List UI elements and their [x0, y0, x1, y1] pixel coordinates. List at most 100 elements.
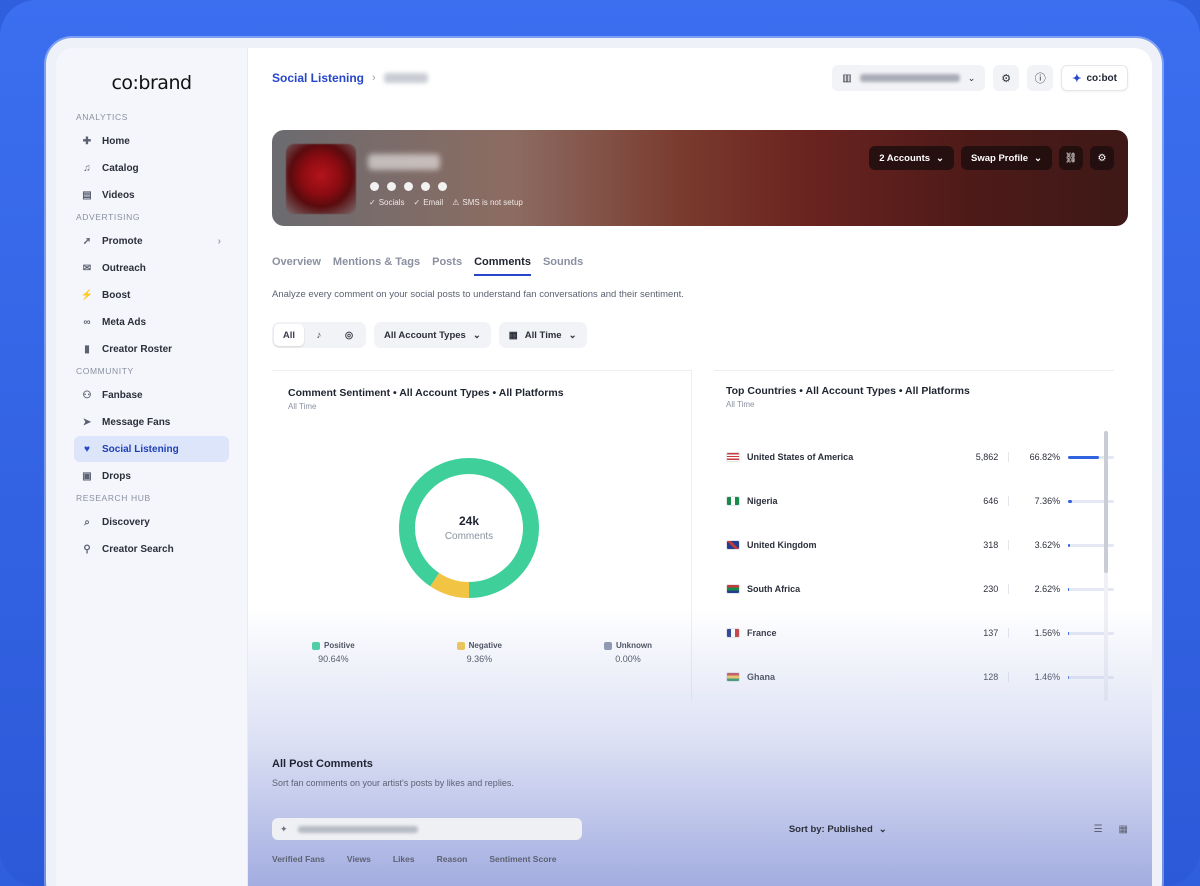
legend-swatch — [312, 641, 320, 650]
country-count: 128 — [983, 672, 999, 682]
sidebar: co:brand ANALYTICS ✚ Home ♫ Catalog ▤ Videos AD… — [56, 48, 248, 886]
legend-item-negative: Negative 9.36% — [456, 641, 503, 664]
legend-label-row: Unknown — [603, 641, 652, 650]
tab-sounds[interactable]: Sounds — [543, 256, 583, 276]
sidebar-item-creator-roster[interactable]: ▮ Creator Roster — [74, 336, 229, 362]
scrollbar-thumb[interactable] — [1104, 431, 1108, 573]
link-icon: ⛓ — [1064, 152, 1078, 164]
setup-status-label: Socials — [378, 198, 405, 207]
swap-profile-button[interactable]: Swap Profile ⌄ — [961, 146, 1052, 170]
sidebar-item-meta-ads[interactable]: ∞ Meta Ads — [74, 309, 229, 335]
soundcloud-icon — [404, 182, 413, 191]
country-percent: 2.62% — [1008, 584, 1060, 594]
list-view-icon[interactable]: ☰ — [1094, 824, 1103, 835]
page-description: Analyze every comment on your social pos… — [272, 289, 684, 300]
sidebar-item-catalog[interactable]: ♫ Catalog — [74, 155, 229, 181]
fr-flag-icon — [726, 628, 740, 638]
comments-search-input[interactable]: ✦ — [272, 818, 582, 840]
column-header[interactable]: Sentiment Score — [489, 854, 556, 864]
all-post-comments: All Post Comments Sort fan comments on y… — [272, 758, 1128, 864]
sidebar-item-outreach[interactable]: ✉ Outreach — [74, 255, 229, 281]
country-row: United Kingdom 318 3.62% — [726, 523, 1115, 567]
column-header[interactable]: Verified Fans — [272, 854, 325, 864]
sidebar-item-discovery[interactable]: ⌕ Discovery — [74, 509, 229, 535]
tab-posts[interactable]: Posts — [432, 256, 462, 276]
column-header[interactable]: Likes — [393, 854, 415, 864]
countries-card: Top Countries • All Account Types • All … — [714, 370, 1115, 701]
breadcrumb-social-listening[interactable]: Social Listening — [272, 71, 364, 85]
column-header[interactable]: Views — [347, 854, 371, 864]
country-name: France — [747, 628, 777, 638]
legend-label: Positive — [324, 641, 355, 650]
meta-icon: ∞ — [83, 316, 91, 328]
sentiment-title: Comment Sentiment • All Account Types • … — [288, 387, 564, 399]
all-platforms-button[interactable]: All — [274, 324, 304, 346]
grid-view-icon[interactable]: ▦ — [1119, 824, 1128, 835]
donut-center: 24k Comments — [394, 453, 544, 603]
sidebar-item-fanbase[interactable]: ⚇ Fanbase — [74, 382, 229, 408]
banner-settings-button[interactable]: ⚙ — [1090, 146, 1114, 170]
sidebar-item-promote[interactable]: ➚ Promote › — [74, 228, 229, 254]
accounts-dropdown[interactable]: 2 Accounts ⌄ — [869, 146, 955, 170]
legend-label: Negative — [468, 641, 503, 650]
tiktok-filter-button[interactable]: ♪ — [304, 324, 334, 346]
app-logo[interactable]: co:brand — [74, 72, 229, 94]
instagram-filter-button[interactable]: ◎ — [334, 324, 364, 346]
country-bar-fill — [1068, 675, 1070, 679]
info-button[interactable]: ⓘ — [1027, 65, 1054, 91]
sidebar-sections: ANALYTICS ✚ Home ♫ Catalog ▤ Videos ADVERTISING… — [74, 112, 229, 562]
tab-overview[interactable]: Overview — [272, 256, 321, 276]
mail-icon: ✉ — [82, 262, 92, 274]
sidebar-item-label: Catalog — [102, 162, 139, 174]
artist-avatar — [286, 144, 356, 214]
sidebar-item-label: Discovery — [102, 516, 150, 528]
warning-icon: ⚠ — [452, 198, 460, 207]
sidebar-section: ANALYTICS ✚ Home ♫ Catalog ▤ Videos — [74, 112, 229, 208]
sidebar-section: RESEARCH HUB ⌕ Discovery ⚲ Creator Search — [74, 493, 229, 562]
countries-scrollbar[interactable] — [1104, 431, 1108, 701]
sidebar-item-label: Message Fans — [102, 416, 171, 428]
sort-dropdown[interactable]: Sort by: Published ⌄ — [789, 824, 887, 835]
country-percent: 7.36% — [1008, 496, 1060, 506]
sidebar-item-message-fans[interactable]: ➤ Message Fans — [74, 409, 229, 435]
building-icon: ▥ — [842, 72, 852, 84]
country-count: 318 — [983, 540, 999, 550]
sidebar-item-label: Creator Roster — [102, 343, 173, 355]
column-header[interactable]: Reason — [437, 854, 468, 864]
sidebar-section-title: COMMUNITY — [76, 366, 134, 376]
tab-comments[interactable]: Comments — [474, 256, 531, 276]
country-percent: 66.82% — [1008, 452, 1060, 462]
legend-label-row: Negative — [456, 641, 503, 650]
chevron-down-icon: ⌄ — [568, 329, 577, 341]
organization-select[interactable]: ▥ ⌄ — [832, 65, 986, 91]
gh-flag-icon — [726, 672, 740, 682]
legend-value: 90.64% — [318, 654, 349, 664]
time-range-dropdown[interactable]: ▦ All Time ⌄ — [498, 322, 587, 348]
sidebar-item-label: Drops — [102, 470, 131, 482]
country-bar-fill — [1068, 543, 1070, 547]
sidebar-item-videos[interactable]: ▤ Videos — [74, 182, 229, 208]
sidebar-item-boost[interactable]: ⚡ Boost — [74, 282, 229, 308]
platform-filter: All ♪ ◎ — [272, 322, 366, 348]
tab-mentions-tags[interactable]: Mentions & Tags — [333, 256, 420, 276]
sidebar-item-creator-search[interactable]: ⚲ Creator Search — [74, 536, 229, 562]
cobot-button[interactable]: ✦ co:bot — [1061, 65, 1128, 91]
video-icon: ▤ — [82, 189, 92, 201]
accounts-label: 2 Accounts — [879, 152, 931, 164]
chevron-down-icon: ⌄ — [878, 823, 887, 835]
main-content: Social Listening › ▥ ⌄ ⚙ ⓘ ✦ co:bot ✓ So… — [248, 48, 1152, 886]
sidebar-item-label: Videos — [102, 189, 135, 201]
settings-button[interactable]: ⚙ — [993, 65, 1020, 91]
artist-banner: ✓ Socials ✓ Email ⚠ SMS is not setup 2 Accoun… — [272, 130, 1128, 226]
sidebar-item-drops[interactable]: ▣ Drops — [74, 463, 229, 489]
sidebar-item-home[interactable]: ✚ Home — [74, 128, 229, 154]
gear-icon: ⚙ — [1001, 72, 1012, 85]
chevron-right-icon: › — [217, 235, 221, 247]
time-range-label: All Time — [524, 329, 562, 341]
setup-status-label: SMS is not setup — [462, 198, 523, 207]
spotify-icon — [370, 182, 379, 191]
account-types-dropdown[interactable]: All Account Types ⌄ — [374, 322, 491, 348]
link-button[interactable]: ⛓ — [1059, 146, 1083, 170]
apple-icon — [387, 182, 396, 191]
sidebar-item-social-listening[interactable]: ♥ Social Listening — [74, 436, 229, 462]
